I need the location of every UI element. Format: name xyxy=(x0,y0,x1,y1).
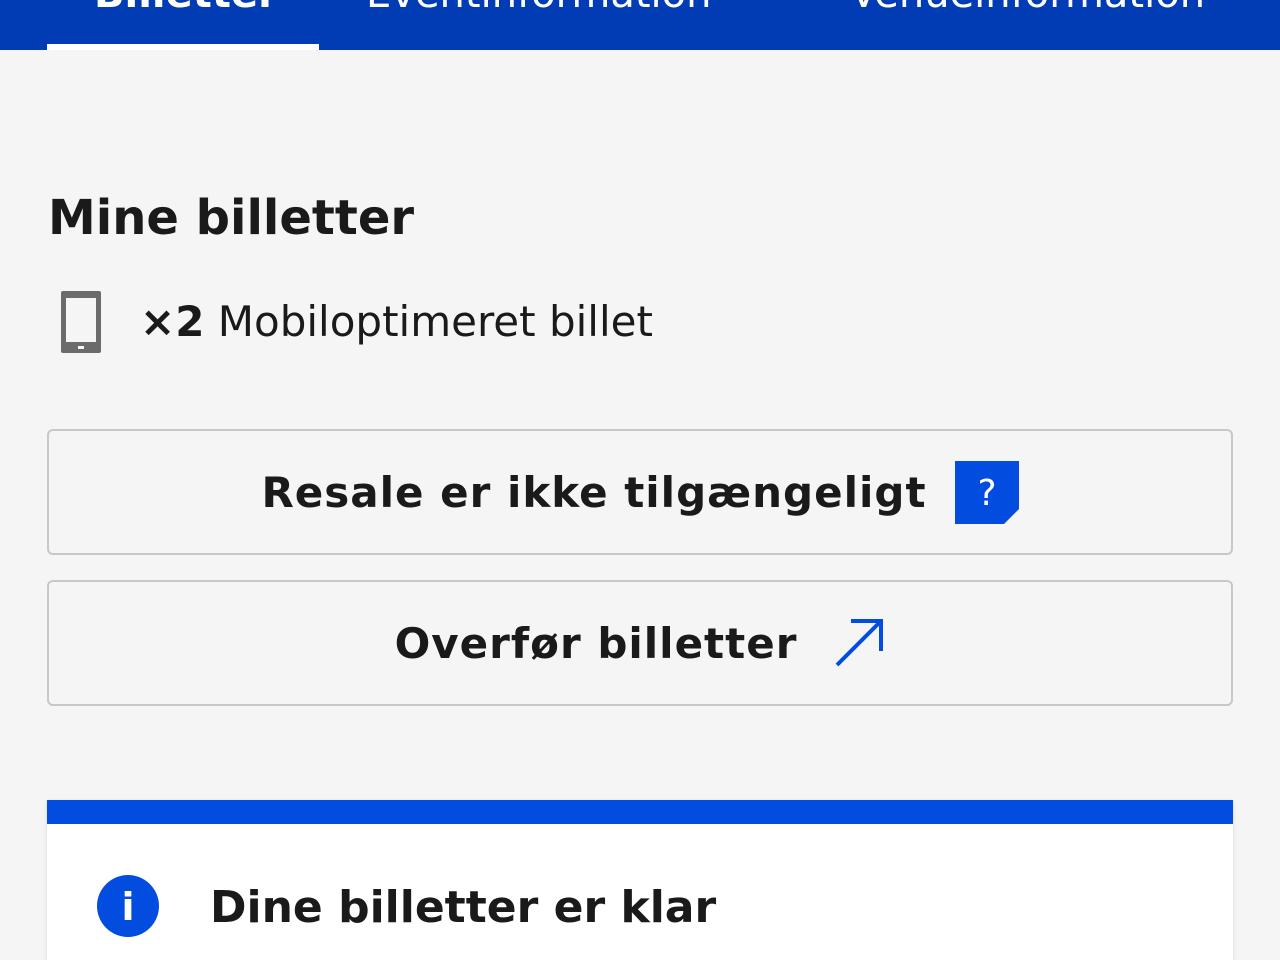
info-icon: i xyxy=(97,875,159,937)
info-banner: i Dine billetter er klar xyxy=(47,800,1233,960)
tab-eventinformation[interactable]: Eventinformation xyxy=(366,0,711,14)
section-title: Mine billetter xyxy=(48,190,415,246)
ticket-description: ×2 Mobiloptimeret billet xyxy=(140,292,653,352)
question-mark-icon[interactable]: ? xyxy=(954,460,1019,524)
ticket-type: Mobiloptimeret billet xyxy=(217,297,653,346)
resale-button[interactable]: Resale er ikke tilgængeligt ? xyxy=(47,429,1233,555)
transfer-tickets-button[interactable]: Overfør billetter xyxy=(47,580,1233,706)
tab-billetter[interactable]: Billetter xyxy=(94,0,278,14)
info-message: Dine billetter er klar xyxy=(210,882,717,933)
arrow-up-right-icon xyxy=(833,617,885,669)
mobile-phone-icon xyxy=(60,290,102,358)
active-tab-indicator xyxy=(47,44,319,50)
resale-label: Resale er ikke tilgængeligt xyxy=(261,467,927,517)
tab-bar: Billetter Eventinformation Venueinformat… xyxy=(0,0,1280,50)
help-glyph: ? xyxy=(977,473,996,514)
ticket-count: ×2 xyxy=(140,297,205,346)
info-banner-accent-bar xyxy=(47,800,1233,824)
transfer-label: Overfør billetter xyxy=(394,618,798,668)
tab-venueinformation[interactable]: Venueinformation xyxy=(850,0,1205,14)
page: Billetter Eventinformation Venueinformat… xyxy=(0,0,1280,960)
info-glyph: i xyxy=(121,885,134,929)
